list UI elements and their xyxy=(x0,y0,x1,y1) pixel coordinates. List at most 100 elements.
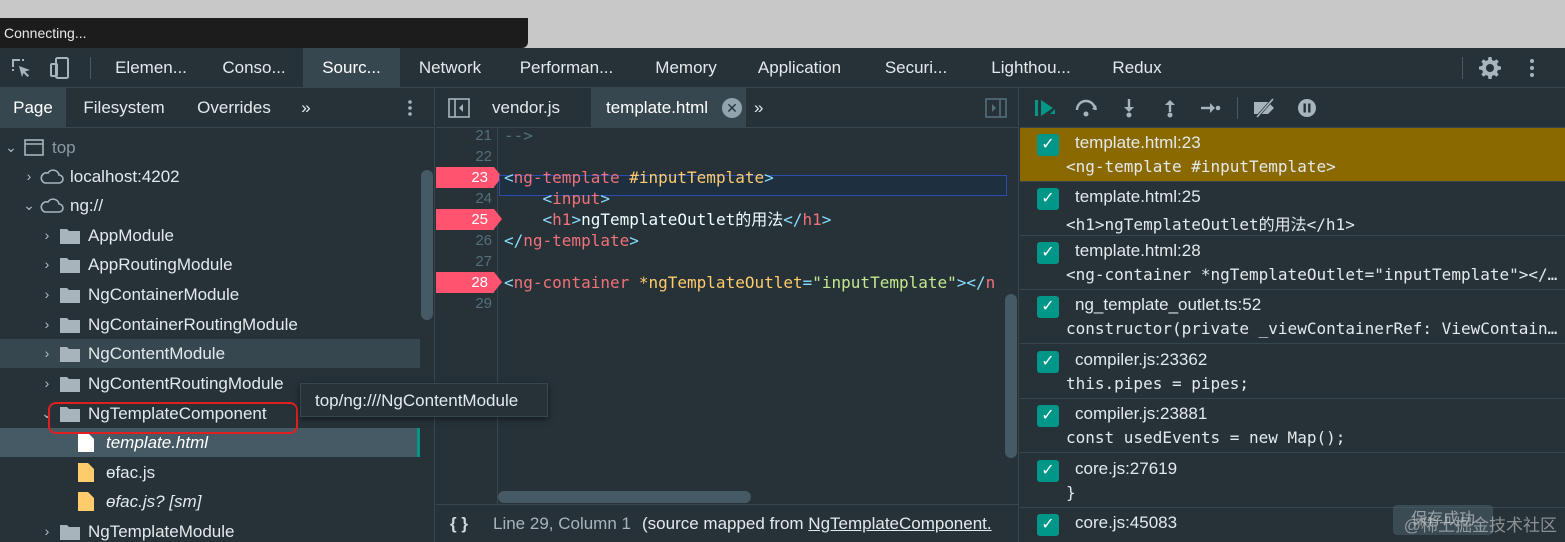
tree-item-localhost[interactable]: › localhost:4202 xyxy=(0,162,420,191)
breakpoint-checkbox[interactable]: ✓ xyxy=(1037,405,1059,427)
tree-item-label: ɵfac.js xyxy=(106,463,156,482)
code-token: > xyxy=(571,210,582,229)
more-tabs-chevron-icon[interactable]: » xyxy=(292,88,320,128)
navigator-scrollbar[interactable] xyxy=(421,170,433,320)
step-out-icon[interactable] xyxy=(1159,98,1181,118)
tree-item-label: NgContentRoutingModule xyxy=(88,374,284,393)
breakpoint-checkbox[interactable]: ✓ xyxy=(1037,188,1059,210)
line-number-gutter[interactable]: 21 22 23 24 25 26 27 28 29 xyxy=(436,125,502,504)
breakpoint-item[interactable]: ✓ core.js:27619 } xyxy=(1020,454,1565,508)
breakpoint-item[interactable]: ✓ compiler.js:23362 this.pipes = pipes; xyxy=(1020,345,1565,399)
code-line[interactable]: --> xyxy=(504,125,533,146)
device-toolbar-icon[interactable] xyxy=(48,56,72,80)
close-tab-icon[interactable]: ✕ xyxy=(722,98,742,118)
line-number[interactable]: 27 xyxy=(436,251,498,272)
toggle-navigator-icon[interactable] xyxy=(448,98,470,118)
breakpoint-item[interactable]: ✓ ng_template_outlet.ts:52 constructor(p… xyxy=(1020,290,1565,344)
step-over-icon[interactable] xyxy=(1074,98,1100,118)
breakpoint-marker[interactable]: 23 xyxy=(436,167,502,188)
tab-elements[interactable]: Elemen... xyxy=(100,48,202,88)
chevron-down-icon[interactable]: ⌄ xyxy=(22,191,36,220)
pretty-print-icon[interactable]: { } xyxy=(450,505,468,542)
tree-item-ng-template-module[interactable]: › NgTemplateModule xyxy=(0,517,420,542)
settings-gear-icon[interactable] xyxy=(1478,56,1502,80)
breakpoint-checkbox[interactable]: ✓ xyxy=(1037,242,1059,264)
breakpoint-marker[interactable]: 25 xyxy=(436,209,502,230)
chevron-right-icon[interactable]: › xyxy=(22,162,36,191)
editor-vertical-scrollbar[interactable] xyxy=(1005,294,1017,458)
code-token: ></ xyxy=(956,273,986,292)
step-icon[interactable] xyxy=(1199,98,1221,118)
breakpoint-marker[interactable]: 28 xyxy=(436,272,502,293)
frame-icon xyxy=(24,139,44,156)
breakpoint-item[interactable]: ✓ compiler.js:23881 const usedEvents = n… xyxy=(1020,399,1565,453)
breakpoint-item[interactable]: ✓ template.html:23 <ng-template #inputTe… xyxy=(1020,128,1565,182)
code-line[interactable]: <ng-container *ngTemplateOutlet="inputTe… xyxy=(504,272,995,293)
code-line[interactable]: <input> xyxy=(504,188,610,209)
sources-navigator: Page Filesystem Overrides » ⌄ top › loca… xyxy=(0,88,435,542)
breakpoint-item[interactable]: ✓ template.html:25 <h1>ngTemplateOutlet的… xyxy=(1020,182,1565,236)
chevron-right-icon[interactable]: › xyxy=(40,339,54,368)
line-number[interactable]: 24 xyxy=(436,188,498,209)
pause-on-exceptions-icon[interactable] xyxy=(1296,98,1318,118)
tree-item-ng-container-module[interactable]: › NgContainerModule xyxy=(0,280,420,309)
breakpoint-checkbox[interactable]: ✓ xyxy=(1037,296,1059,318)
code-line[interactable]: <ng-template #inputTemplate> xyxy=(504,167,774,188)
tree-item-app-routing-module[interactable]: › AppRoutingModule xyxy=(0,250,420,279)
resume-icon[interactable] xyxy=(1034,98,1056,118)
line-number[interactable]: 29 xyxy=(436,293,498,314)
chevron-right-icon[interactable]: › xyxy=(40,250,54,279)
navigator-tab-bar: Page Filesystem Overrides » xyxy=(0,88,434,128)
breakpoint-checkbox[interactable]: ✓ xyxy=(1037,460,1059,482)
tab-performance[interactable]: Performan... xyxy=(503,48,630,88)
tab-filesystem[interactable]: Filesystem xyxy=(72,88,176,128)
line-number[interactable]: 26 xyxy=(436,230,498,251)
breakpoint-checkbox[interactable]: ✓ xyxy=(1037,351,1059,373)
step-into-icon[interactable] xyxy=(1118,98,1140,118)
editor-horizontal-scrollbar[interactable] xyxy=(498,491,751,503)
tree-item-ng-content-module[interactable]: › NgContentModule xyxy=(0,339,420,368)
breakpoint-item[interactable]: ✓ template.html:28 <ng-container *ngTemp… xyxy=(1020,236,1565,290)
source-map-link[interactable]: NgTemplateComponent. xyxy=(808,514,991,533)
tab-security[interactable]: Securi... xyxy=(866,48,966,88)
chevron-down-icon[interactable]: ⌄ xyxy=(4,133,18,162)
chevron-right-icon[interactable]: › xyxy=(40,221,54,250)
deactivate-breakpoints-icon[interactable] xyxy=(1251,98,1279,118)
code-line[interactable]: <h1>ngTemplateOutlet的用法</h1> xyxy=(504,209,832,230)
more-vertical-icon[interactable] xyxy=(1520,56,1544,80)
chevron-right-icon[interactable]: › xyxy=(40,517,54,542)
tab-redux[interactable]: Redux xyxy=(1098,48,1176,88)
tab-application[interactable]: Application xyxy=(742,48,857,88)
tooltip: top/ng:///NgContentModule xyxy=(300,383,548,417)
tab-sources[interactable]: Sourc... xyxy=(303,48,400,88)
code-line[interactable]: </ng-template> xyxy=(504,230,639,251)
breakpoint-checkbox[interactable]: ✓ xyxy=(1037,514,1059,536)
chevron-right-icon[interactable]: › xyxy=(40,369,54,398)
tree-item-fac-js-sm[interactable]: ɵfac.js? [sm] xyxy=(0,487,420,516)
line-number[interactable]: 22 xyxy=(436,146,498,167)
tab-network[interactable]: Network xyxy=(402,48,498,88)
editor-tab-vendor-js[interactable]: vendor.js xyxy=(478,88,576,128)
tree-item-ng-container-routing-module[interactable]: › NgContainerRoutingModule xyxy=(0,310,420,339)
tree-item-app-module[interactable]: › AppModule xyxy=(0,221,420,250)
tree-item-ng[interactable]: ⌄ ng:// xyxy=(0,191,420,220)
tab-overrides[interactable]: Overrides xyxy=(186,88,282,128)
inspect-element-icon[interactable] xyxy=(9,56,33,80)
code-token: > xyxy=(629,231,639,250)
code-token: *ngTemplateOutlet xyxy=(629,273,803,292)
chevron-right-icon[interactable]: › xyxy=(40,310,54,339)
line-number[interactable]: 21 xyxy=(436,125,498,146)
tab-lighthouse[interactable]: Lighthou... xyxy=(975,48,1087,88)
breakpoint-checkbox[interactable]: ✓ xyxy=(1037,134,1059,156)
tab-page[interactable]: Page xyxy=(0,88,66,128)
tree-item-top[interactable]: ⌄ top xyxy=(0,133,420,162)
more-editor-tabs-chevron-icon[interactable]: » xyxy=(754,88,778,128)
tab-console[interactable]: Conso... xyxy=(205,48,303,88)
tab-memory[interactable]: Memory xyxy=(640,48,732,88)
code-token: < xyxy=(504,168,514,187)
chevron-right-icon[interactable]: › xyxy=(40,280,54,309)
navigator-menu-icon[interactable] xyxy=(400,98,420,118)
toggle-debugger-icon[interactable] xyxy=(985,98,1007,118)
tree-item-fac-js[interactable]: ɵfac.js xyxy=(0,458,420,487)
